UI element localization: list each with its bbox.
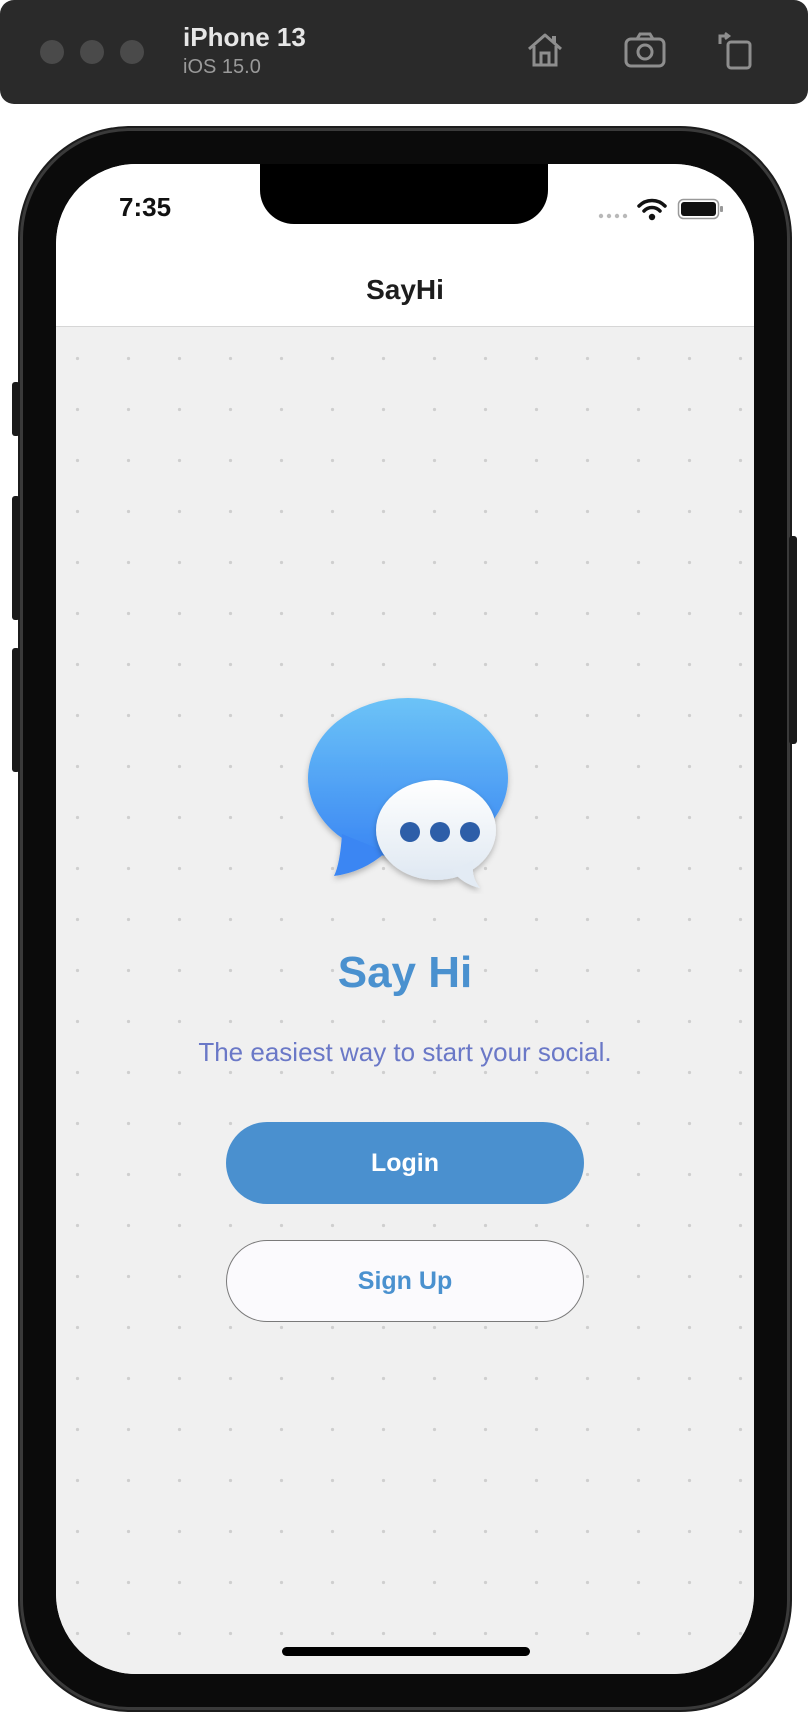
window-close-button[interactable] — [40, 40, 64, 64]
rotate-icon[interactable] — [714, 28, 758, 72]
navigation-bar: SayHi — [56, 264, 754, 327]
home-icon[interactable] — [523, 28, 567, 72]
notch — [260, 164, 548, 224]
home-indicator[interactable] — [282, 1647, 530, 1656]
login-button[interactable]: Login — [226, 1122, 584, 1204]
tagline: The easiest way to start your social. — [198, 1037, 612, 1067]
window-zoom-button[interactable] — [120, 40, 144, 64]
battery-icon — [677, 198, 723, 220]
signal-icon — [598, 213, 628, 219]
main-content — [56, 327, 754, 1674]
screenshot-icon[interactable] — [623, 28, 667, 72]
app-title: Say Hi — [337, 948, 473, 997]
simulator-toolbar: iPhone 13 iOS 15.0 — [0, 0, 808, 104]
mute-switch — [12, 382, 20, 436]
window-minimize-button[interactable] — [80, 40, 104, 64]
chat-bubbles-icon — [302, 694, 514, 894]
nav-title: SayHi — [366, 274, 444, 305]
sign-up-button[interactable]: Sign Up — [226, 1240, 584, 1322]
status-time: 7:35 — [119, 192, 172, 222]
power-button — [789, 536, 797, 744]
phone-screen: 7:35 SayHi Say Hi The easiest way to sta… — [56, 164, 754, 1674]
status-icons — [598, 196, 724, 221]
wifi-icon — [637, 198, 667, 221]
volume-down-button — [12, 648, 20, 772]
os-version: iOS 15.0 — [183, 56, 261, 78]
volume-up-button — [12, 496, 20, 620]
device-name: iPhone 13 — [183, 22, 306, 52]
